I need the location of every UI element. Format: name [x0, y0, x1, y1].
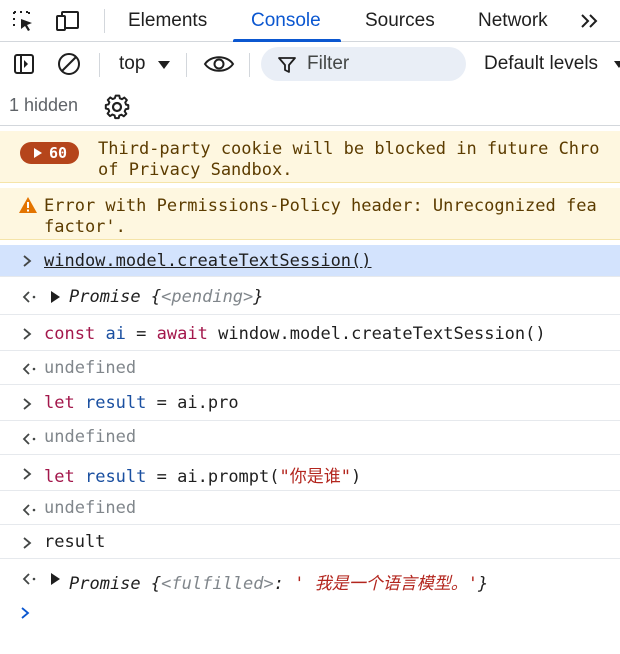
expand-triangle-icon: [34, 148, 42, 158]
console-prompt-icon[interactable]: [18, 606, 32, 620]
console-code: window.model.createTextSession(): [44, 251, 372, 271]
permissions-policy-warning[interactable]: Error with Permissions-Policy header: Un…: [0, 188, 620, 240]
console-output: undefined: [44, 498, 137, 518]
console-input-row[interactable]: let result = ai.prompt("你是谁"): [0, 457, 620, 491]
device-toolbar-icon[interactable]: [53, 6, 83, 36]
toolbar-separator: [249, 53, 250, 77]
warning-text: Error with Permissions-Policy header: Un…: [44, 196, 597, 216]
warning-text: factor'.: [44, 217, 126, 237]
promise-object[interactable]: Promise {<pending>}: [69, 287, 264, 307]
context-selector[interactable]: top: [119, 51, 145, 77]
console-result-row[interactable]: Promise {<pending>}: [0, 279, 620, 315]
expand-triangle-icon[interactable]: [51, 291, 60, 303]
promise-object[interactable]: Promise {<fulfilled>: ' 我是一个语言模型。'}: [69, 569, 488, 594]
devtools-tab-bar: Elements Console Sources Network: [0, 0, 620, 42]
console-code: let result = ai.pro: [44, 393, 239, 413]
filter-input[interactable]: Filter: [261, 47, 466, 81]
prompt-chevron-icon: [23, 328, 32, 340]
console-result-row[interactable]: Promise {<fulfilled>: ' 我是一个语言模型。'}: [0, 561, 620, 597]
console-input-row[interactable]: const ai = await window.model.createText…: [0, 317, 620, 351]
console-toolbar: top Filter Default levels: [0, 43, 620, 85]
console-result-row[interactable]: undefined: [0, 353, 620, 385]
tab-sources[interactable]: Sources: [365, 0, 435, 42]
console-code: let result = ai.prompt("你是谁"): [44, 467, 362, 487]
eye-icon[interactable]: [202, 49, 236, 79]
inspect-element-icon[interactable]: [8, 6, 38, 36]
tab-separator: [104, 9, 105, 33]
console-output: undefined: [44, 427, 137, 447]
console-input-row[interactable]: let result = ai.pro: [0, 387, 620, 421]
result-arrow-icon: [22, 573, 36, 585]
filter-icon: [278, 57, 296, 73]
result-arrow-icon: [22, 363, 36, 375]
clear-console-icon[interactable]: [54, 49, 84, 79]
chevron-down-icon[interactable]: [614, 61, 620, 68]
console-code: result: [44, 532, 106, 552]
filter-placeholder: Filter: [307, 53, 350, 74]
result-arrow-icon: [22, 433, 36, 445]
toolbar-separator: [186, 53, 187, 77]
hidden-messages-bar: 1 hidden: [0, 86, 620, 126]
warning-text: Third-party cookie will be blocked in fu…: [98, 139, 600, 159]
toolbar-separator: [99, 53, 100, 77]
console-code: const ai = await window.model.createText…: [44, 324, 546, 344]
tab-elements[interactable]: Elements: [128, 0, 207, 42]
prompt-chevron-icon: [23, 398, 32, 410]
active-tab-indicator: [233, 39, 341, 42]
log-levels-dropdown[interactable]: Default levels: [484, 51, 598, 77]
warning-icon: [19, 197, 37, 213]
prompt-chevron-icon: [23, 537, 32, 549]
hidden-count: 1 hidden: [9, 95, 79, 115]
console-input-row[interactable]: window.model.createTextSession(): [0, 245, 620, 277]
result-arrow-icon: [22, 291, 36, 303]
prompt-chevron-icon: [23, 255, 32, 267]
expand-triangle-icon[interactable]: [51, 573, 60, 585]
console-output: undefined: [44, 358, 137, 378]
gear-icon[interactable]: [103, 93, 131, 121]
console-result-row[interactable]: undefined: [0, 423, 620, 455]
sidebar-toggle-icon[interactable]: [9, 49, 39, 79]
tab-network[interactable]: Network: [478, 0, 548, 42]
more-tabs-icon[interactable]: [576, 6, 604, 36]
console-result-row[interactable]: undefined: [0, 493, 620, 525]
chevron-down-icon[interactable]: [158, 61, 170, 69]
cookie-warning-message[interactable]: 60 Third-party cookie will be blocked in…: [0, 131, 620, 183]
warning-count-badge[interactable]: 60: [20, 142, 79, 164]
console-input-row[interactable]: result: [0, 527, 620, 559]
tab-console[interactable]: Console: [251, 0, 321, 42]
result-arrow-icon: [22, 504, 36, 516]
prompt-chevron-icon: [23, 468, 32, 480]
warning-text: of Privacy Sandbox.: [98, 160, 293, 180]
